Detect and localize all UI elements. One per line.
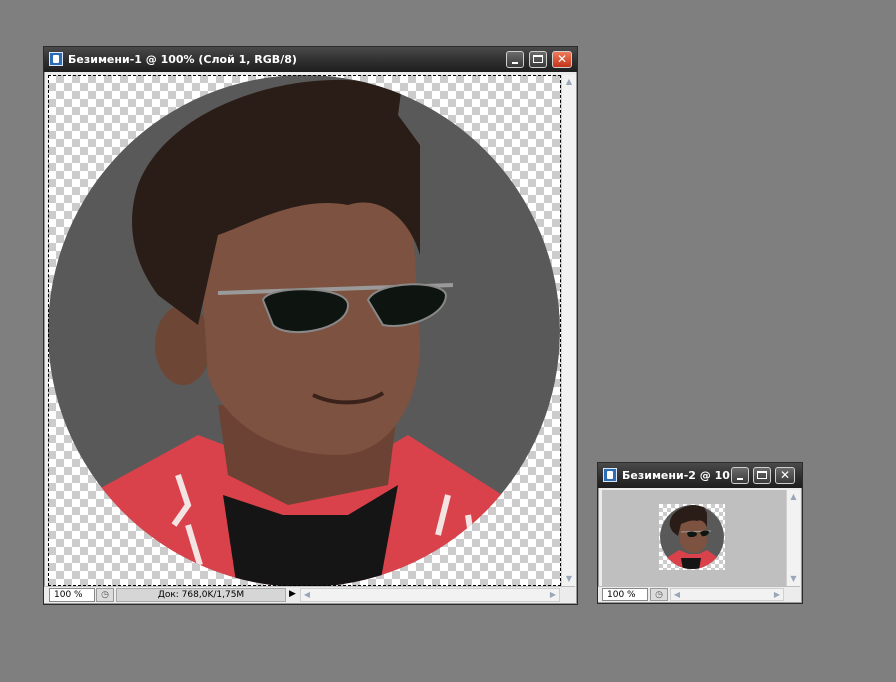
canvas[interactable] xyxy=(48,75,561,586)
scroll-down-icon[interactable]: ▼ xyxy=(562,572,576,586)
maximize-icon xyxy=(533,55,543,63)
photoshop-document-icon xyxy=(603,468,617,482)
thumbnail-photo xyxy=(660,505,724,569)
navigator-button[interactable]: ◷ xyxy=(650,588,668,601)
close-button[interactable]: ✕ xyxy=(775,467,795,484)
window-2-titlebar[interactable]: Безимени-2 @ 10... ✕ xyxy=(598,463,802,488)
scroll-left-icon[interactable]: ◀ xyxy=(301,589,313,601)
scroll-left-icon[interactable]: ◀ xyxy=(671,589,683,600)
minimize-button[interactable] xyxy=(731,467,749,484)
canvas-2[interactable] xyxy=(659,504,725,570)
horizontal-scrollbar[interactable]: ◀ ▶ xyxy=(670,588,784,601)
scroll-up-icon[interactable]: ▲ xyxy=(787,490,800,504)
close-button[interactable]: ✕ xyxy=(552,51,572,68)
navigator-button[interactable]: ◷ xyxy=(96,588,114,602)
scroll-down-icon[interactable]: ▼ xyxy=(787,572,800,586)
close-icon: ✕ xyxy=(779,468,791,482)
close-icon: ✕ xyxy=(556,52,568,66)
scroll-up-icon[interactable]: ▲ xyxy=(562,75,576,89)
scroll-right-icon[interactable]: ▶ xyxy=(547,589,559,601)
window-2-title: Безимени-2 @ 10... xyxy=(622,469,730,482)
horizontal-scrollbar[interactable]: ◀ ▶ xyxy=(300,588,560,602)
navigator-icon: ◷ xyxy=(101,590,109,600)
document-window-1[interactable]: Безимени-1 @ 100% (Слой 1, RGB/8) ✕ ▲ ▼ … xyxy=(43,46,578,605)
maximize-button[interactable] xyxy=(753,467,771,484)
scroll-right-icon[interactable]: ▶ xyxy=(771,589,783,600)
status-menu-arrow-icon[interactable]: ▶ xyxy=(289,589,296,599)
canvas-2-area[interactable] xyxy=(602,490,786,586)
window-1-title: Безимени-1 @ 100% (Слой 1, RGB/8) xyxy=(68,53,297,66)
minimize-button[interactable] xyxy=(506,51,524,68)
document-window-2[interactable]: Безимени-2 @ 10... ✕ xyxy=(597,462,803,604)
navigator-icon: ◷ xyxy=(655,590,663,600)
minimize-icon xyxy=(737,478,743,480)
window-1-titlebar[interactable]: Безимени-1 @ 100% (Слой 1, RGB/8) ✕ xyxy=(44,47,577,72)
vertical-scrollbar[interactable]: ▲ ▼ xyxy=(561,75,576,586)
vertical-scrollbar[interactable]: ▲ ▼ xyxy=(786,490,800,586)
maximize-icon xyxy=(757,471,767,479)
maximize-button[interactable] xyxy=(529,51,547,68)
document-size-info[interactable]: Док: 768,0K/1,75M xyxy=(116,588,286,602)
status-bar: 100 % ◷ ◀ ▶ xyxy=(598,586,800,602)
zoom-field[interactable]: 100 % xyxy=(49,588,95,602)
photoshop-document-icon xyxy=(49,52,63,66)
zoom-field[interactable]: 100 % xyxy=(602,588,648,601)
minimize-icon xyxy=(512,62,518,64)
status-bar: 100 % ◷ Док: 768,0K/1,75M ▶ ◀ ▶ xyxy=(44,586,575,603)
photo-layer xyxy=(48,75,560,586)
